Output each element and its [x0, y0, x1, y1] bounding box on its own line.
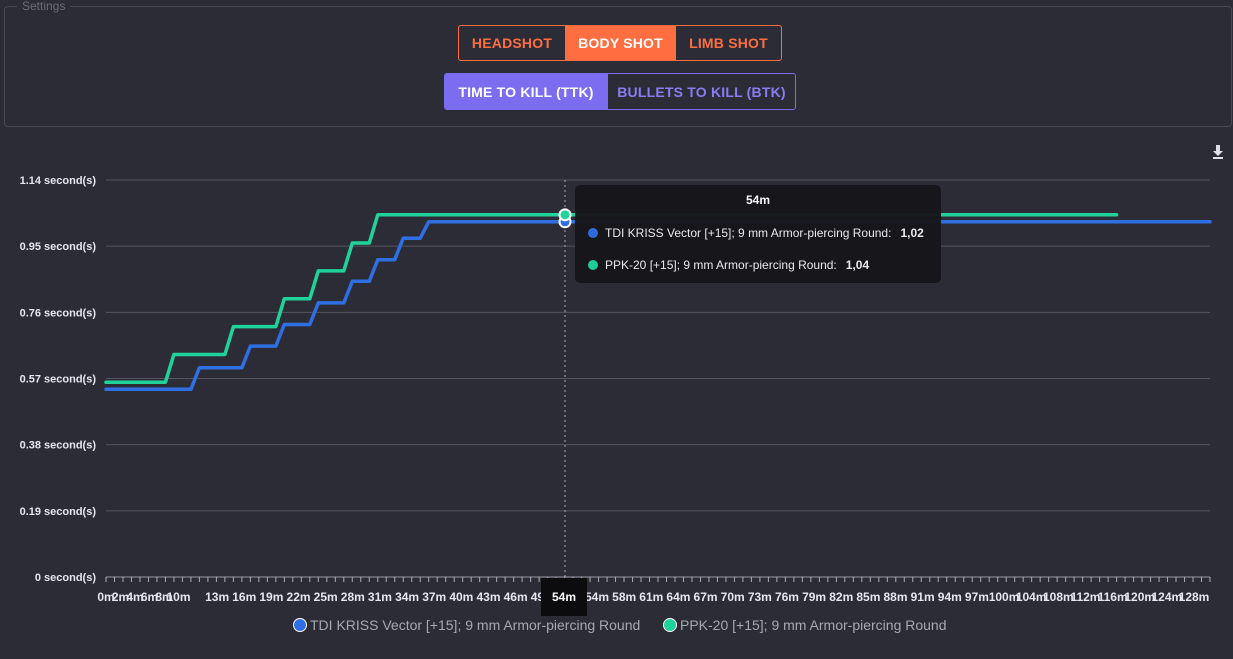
x-tick-label: 97m — [965, 590, 989, 604]
chart-tooltip: 54m TDI KRISS Vector [+15]; 9 mm Armor-p… — [575, 185, 941, 283]
legend-label: TDI KRISS Vector [+15]; 9 mm Armor-pierc… — [310, 617, 641, 633]
legend-item-kriss[interactable]: TDI KRISS Vector [+15]; 9 mm Armor-pierc… — [293, 617, 640, 633]
x-axis: 0m2m4m6m8m10m 13m 16m 19m 22m 25m 28m 31m 34m 37m… — [97, 577, 1211, 604]
x-tick-label: 25m — [314, 590, 338, 604]
x-tick-label: 61m — [639, 590, 663, 604]
x-tick-label: 40m — [449, 590, 473, 604]
x-tick-label: 91m — [911, 590, 935, 604]
x-tick-label: 124m — [1152, 590, 1183, 604]
tooltip-title: 54m — [745, 193, 771, 207]
x-tick-label: 19m — [259, 590, 283, 604]
x-tick-label: 34m — [395, 590, 419, 604]
x-tick-label: 112m — [1070, 590, 1100, 604]
tooltip-row-kriss: TDI KRISS Vector [+15]; 9 mm Armor-pierc… — [588, 226, 924, 240]
x-tick-label: 67m — [694, 590, 718, 604]
y-tick-label: 0 second(s) — [35, 572, 96, 584]
tooltip-series-label: TDI KRISS Vector [+15]; 9 mm Armor-pierc… — [605, 226, 892, 240]
x-tick-label: 73m — [748, 590, 772, 604]
x-tick-label: 94m — [938, 590, 962, 604]
legend-item-ppk[interactable]: PPK-20 [+15]; 9 mm Armor-piercing Round — [663, 617, 947, 633]
legend-dot — [293, 618, 307, 632]
x-tick-label: 46m — [504, 590, 528, 604]
crosshair-x-label: 54m — [541, 578, 587, 616]
hover-markers — [558, 208, 572, 229]
x-tick-label: 85m — [856, 590, 880, 604]
y-tick-label: 0.38 second(s) — [20, 440, 97, 452]
x-tick-label: 79m — [802, 590, 826, 604]
hover-point — [558, 208, 572, 222]
x-tick-label: 116m — [1098, 590, 1128, 604]
legend-dot — [663, 618, 677, 632]
download-icon[interactable] — [1208, 142, 1228, 162]
x-tick-label: 100m — [989, 590, 1020, 604]
x-tick-label: 58m — [612, 590, 636, 604]
series-color-dot — [588, 228, 598, 238]
ttk-chart: 0 second(s) 0.19 second(s) 0.38 second(s) 0… — [20, 175, 1212, 616]
tooltip-series-value: 1,02 — [900, 226, 924, 240]
x-tick-label: 16m — [232, 590, 256, 604]
x-tick-label: 13m — [205, 590, 229, 604]
legend-label: PPK-20 [+15]; 9 mm Armor-piercing Round — [680, 617, 947, 633]
y-tick-label: 0.57 second(s) — [20, 374, 97, 386]
x-tick-label: 70m — [721, 590, 745, 604]
x-tick-label: 28m — [341, 590, 365, 604]
x-tick-label: 54m — [585, 590, 609, 604]
x-tick-label: 88m — [883, 590, 907, 604]
tooltip-row-ppk: PPK-20 [+15]; 9 mm Armor-piercing Round:… — [588, 258, 869, 272]
tooltip-series-value: 1,04 — [845, 258, 870, 272]
x-tick-label: 82m — [829, 590, 853, 604]
x-tick-label: 104m — [1016, 590, 1047, 604]
x-tick-label: 37m — [422, 590, 446, 604]
x-tick-label: 43m — [476, 590, 500, 604]
y-tick-label: 0.95 second(s) — [20, 241, 97, 253]
series-color-dot — [588, 260, 598, 270]
y-tick-label: 0.76 second(s) — [20, 307, 97, 319]
y-tick-label: 1.14 second(s) — [20, 175, 97, 187]
x-tick-label: 76m — [775, 590, 799, 604]
x-tick-label: 128m — [1179, 590, 1210, 604]
x-tick-label: 120m — [1124, 590, 1155, 604]
x-tick-label: 22m — [287, 590, 311, 604]
y-axis: 0 second(s) 0.19 second(s) 0.38 second(s) 0… — [20, 175, 97, 584]
tooltip-series-label: PPK-20 [+15]; 9 mm Armor-piercing Round: — [605, 258, 837, 272]
x-tick-label: 64m — [666, 590, 690, 604]
x-tick-label: 108m — [1043, 590, 1074, 604]
y-tick-label: 0.19 second(s) — [20, 506, 97, 518]
chart-legend: TDI KRISS Vector [+15]; 9 mm Armor-pierc… — [0, 617, 1233, 637]
crosshair-label-text: 54m — [552, 590, 576, 604]
x-tick-label: 10m — [166, 590, 190, 604]
x-tick-label: 31m — [368, 590, 392, 604]
